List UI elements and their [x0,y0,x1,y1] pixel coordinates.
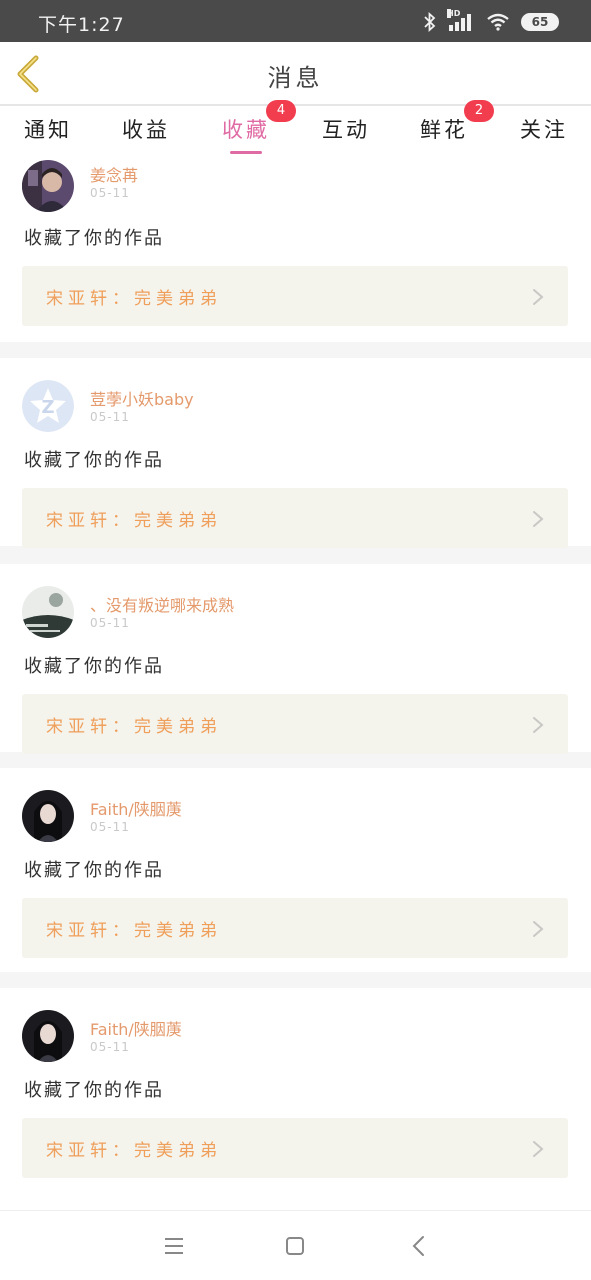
avatar[interactable]: Z [22,380,74,432]
tab-bar: 通知 收益 收藏 4 互动 鲜花 2 关注 [0,100,591,154]
divider [0,546,591,564]
page-title: 消息 [267,64,324,92]
unread-badge: 2 [464,100,494,122]
work-title: 宋亚轩：完美弟弟 [46,921,222,941]
username[interactable]: Faith/陕胭菮 [90,1016,182,1040]
work-title: 宋亚轩：完美弟弟 [46,511,222,531]
chevron-right-icon [533,1141,544,1157]
tab-notice[interactable]: 通知 [24,114,72,144]
divider [0,972,591,988]
username[interactable]: 荳荸小妖baby [90,386,194,410]
status-bar: 下午1:27 HD 65 [0,0,591,42]
list-item: Faith/陕胭菮 05-11 收藏了你的作品 宋亚轩：完美弟弟 [0,988,591,1188]
chevron-right-icon [533,289,544,305]
hd-label: HD [447,9,461,18]
avatar[interactable] [22,160,74,212]
menu-icon[interactable] [161,1233,187,1259]
unread-badge: 4 [266,100,296,122]
tab-label: 互动 [322,118,370,142]
bluetooth-icon [424,12,436,32]
divider [0,752,591,768]
status-icons: HD 65 [423,9,559,32]
username[interactable]: 姜念苒 [90,162,138,186]
back-icon[interactable] [406,1233,432,1259]
tab-label: 收藏 [222,118,270,142]
timestamp: 05-11 [90,616,130,630]
action-text: 收藏了你的作品 [24,228,164,249]
work-title: 宋亚轩：完美弟弟 [46,1141,222,1161]
svg-text:Z: Z [41,397,54,418]
work-link[interactable]: 宋亚轩：完美弟弟 [22,488,568,548]
tab-flowers[interactable]: 鲜花 2 [420,100,494,144]
chevron-right-icon [533,921,544,937]
username[interactable]: Faith/陕胭菮 [90,796,182,820]
avatar[interactable] [22,1010,74,1062]
message-list: 姜念苒 05-11 收藏了你的作品 宋亚轩：完美弟弟 Z 荳荸小妖baby 05… [0,154,591,1188]
work-title: 宋亚轩：完美弟弟 [46,289,222,309]
tab-label: 收益 [122,118,170,142]
work-link[interactable]: 宋亚轩：完美弟弟 [22,898,568,958]
divider [0,342,591,358]
action-text: 收藏了你的作品 [24,450,164,471]
work-link[interactable]: 宋亚轩：完美弟弟 [22,694,568,754]
tab-label: 关注 [520,118,568,142]
chevron-right-icon [533,511,544,527]
system-nav-bar [0,1210,591,1280]
timestamp: 05-11 [90,186,130,200]
action-text: 收藏了你的作品 [24,656,164,677]
tab-interaction[interactable]: 互动 [322,114,370,144]
wifi-icon [487,13,509,31]
action-text: 收藏了你的作品 [24,1080,164,1101]
avatar[interactable] [22,790,74,842]
work-title: 宋亚轩：完美弟弟 [46,717,222,737]
tab-earnings[interactable]: 收益 [122,114,170,144]
action-text: 收藏了你的作品 [24,860,164,881]
top-bar: 消息 [0,42,591,106]
work-link[interactable]: 宋亚轩：完美弟弟 [22,1118,568,1178]
timestamp: 05-11 [90,1040,130,1054]
timestamp: 05-11 [90,820,130,834]
status-time: 下午1:27 [38,14,125,36]
avatar[interactable] [22,586,74,638]
tab-label: 通知 [24,118,72,142]
battery-icon: 65 [521,13,559,31]
username[interactable]: 、没有叛逆哪来成熟 [90,592,234,616]
tab-label: 鲜花 [420,118,468,142]
timestamp: 05-11 [90,410,130,424]
list-item: Z 荳荸小妖baby 05-11 收藏了你的作品 宋亚轩：完美弟弟 [0,358,591,548]
tab-favorites[interactable]: 收藏 4 [222,100,296,154]
list-item: 姜念苒 05-11 收藏了你的作品 宋亚轩：完美弟弟 [0,154,591,342]
work-link[interactable]: 宋亚轩：完美弟弟 [22,266,568,326]
chevron-right-icon [533,717,544,733]
list-item: 、没有叛逆哪来成熟 05-11 收藏了你的作品 宋亚轩：完美弟弟 [0,564,591,754]
signal-icon: HD [447,9,475,31]
home-square-icon[interactable] [282,1233,308,1259]
tab-follow[interactable]: 关注 [520,114,568,144]
list-item: Faith/陕胭菮 05-11 收藏了你的作品 宋亚轩：完美弟弟 [0,768,591,972]
